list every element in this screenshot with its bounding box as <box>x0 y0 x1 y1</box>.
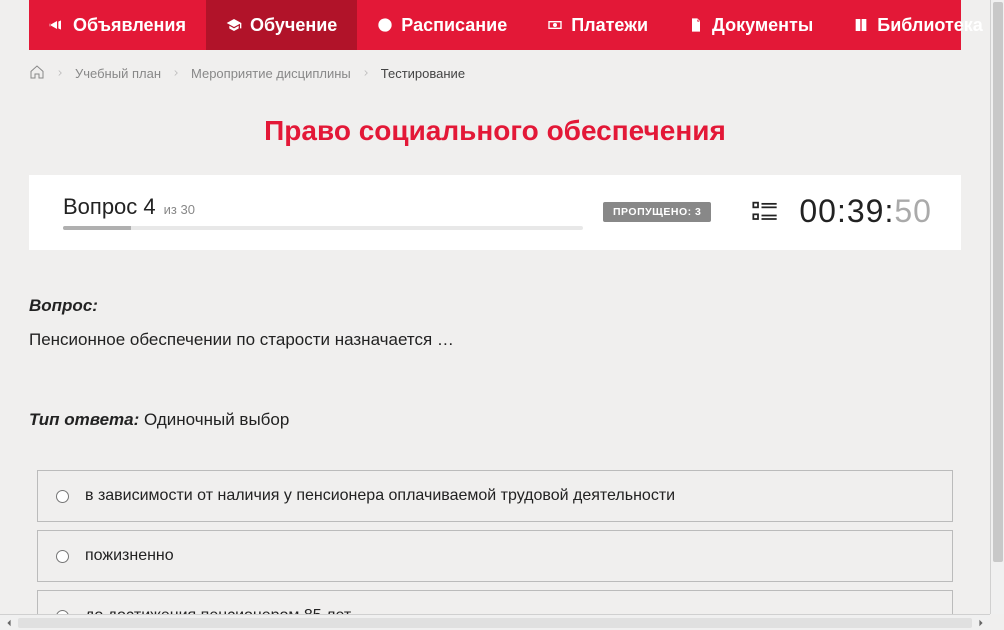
question-label: Вопрос: <box>29 296 98 315</box>
nav-label: Объявления <box>73 15 186 36</box>
breadcrumb-current: Тестирование <box>381 66 465 81</box>
option-radio[interactable] <box>56 490 69 503</box>
chevron-right-icon <box>361 66 371 81</box>
nav-library[interactable]: Библиотека <box>833 0 990 50</box>
home-icon[interactable] <box>29 64 45 83</box>
option-text: в зависимости от наличия у пенсионера оп… <box>85 487 675 505</box>
timer-seconds: 50 <box>894 193 932 229</box>
list-icon[interactable] <box>751 198 779 226</box>
page-title: Право социального обеспечения <box>29 97 961 175</box>
scroll-left-icon[interactable] <box>2 616 16 630</box>
status-bar: Вопрос 4 из 30 ПРОПУЩЕНО: 3 <box>29 175 961 250</box>
nav-label: Расписание <box>401 15 507 36</box>
progress-bar <box>63 226 583 230</box>
nav-payments[interactable]: Платежи <box>527 0 668 50</box>
scrollbar-track[interactable] <box>18 618 972 628</box>
vertical-scrollbar[interactable] <box>990 0 1004 614</box>
question-prompt: Вопрос: <box>29 296 961 316</box>
book-icon <box>853 17 869 33</box>
nav-learning[interactable]: Обучение <box>206 0 357 50</box>
clock-icon <box>377 17 393 33</box>
skipped-badge: ПРОПУЩЕНО: 3 <box>603 202 711 222</box>
nav-label: Платежи <box>571 15 648 36</box>
chevron-right-icon <box>55 66 65 81</box>
question-number: Вопрос 4 <box>63 194 156 220</box>
nav-label: Библиотека <box>877 15 983 36</box>
nav-label: Обучение <box>250 15 337 36</box>
breadcrumb: Учебный план Мероприятие дисциплины Тест… <box>29 50 961 97</box>
scroll-right-icon[interactable] <box>974 616 988 630</box>
navbar: Объявления Обучение Расписание Платежи <box>29 0 961 50</box>
timer-main: 00:39: <box>799 193 894 229</box>
option-item[interactable]: пожизненно <box>37 530 953 582</box>
nav-schedule[interactable]: Расписание <box>357 0 527 50</box>
money-icon <box>547 17 563 33</box>
option-text: до достижения пенсионером 85 лет <box>85 607 351 614</box>
file-icon <box>688 17 704 33</box>
option-text: пожизненно <box>85 547 174 565</box>
horizontal-scrollbar[interactable] <box>0 614 990 630</box>
timer: 00:39:50 <box>799 193 929 230</box>
option-item[interactable]: в зависимости от наличия у пенсионера оп… <box>37 470 953 522</box>
question-of: из 30 <box>164 202 195 217</box>
answer-type-label: Тип ответа: <box>29 410 139 429</box>
answer-type: Тип ответа: Одиночный выбор <box>29 410 961 430</box>
nav-documents[interactable]: Документы <box>668 0 833 50</box>
scrollbar-thumb[interactable] <box>993 2 1003 562</box>
breadcrumb-link[interactable]: Мероприятие дисциплины <box>191 66 351 81</box>
option-item[interactable]: до достижения пенсионером 85 лет <box>37 590 953 614</box>
option-radio[interactable] <box>56 550 69 563</box>
chevron-right-icon <box>171 66 181 81</box>
nav-label: Документы <box>712 15 813 36</box>
nav-announcements[interactable]: Объявления <box>29 0 206 50</box>
megaphone-icon <box>49 17 65 33</box>
breadcrumb-link[interactable]: Учебный план <box>75 66 161 81</box>
graduation-icon <box>226 17 242 33</box>
answer-type-value: Одиночный выбор <box>144 410 289 429</box>
options-list: в зависимости от наличия у пенсионера оп… <box>37 470 953 614</box>
question-text: Пенсионное обеспечении по старости назна… <box>29 330 961 350</box>
